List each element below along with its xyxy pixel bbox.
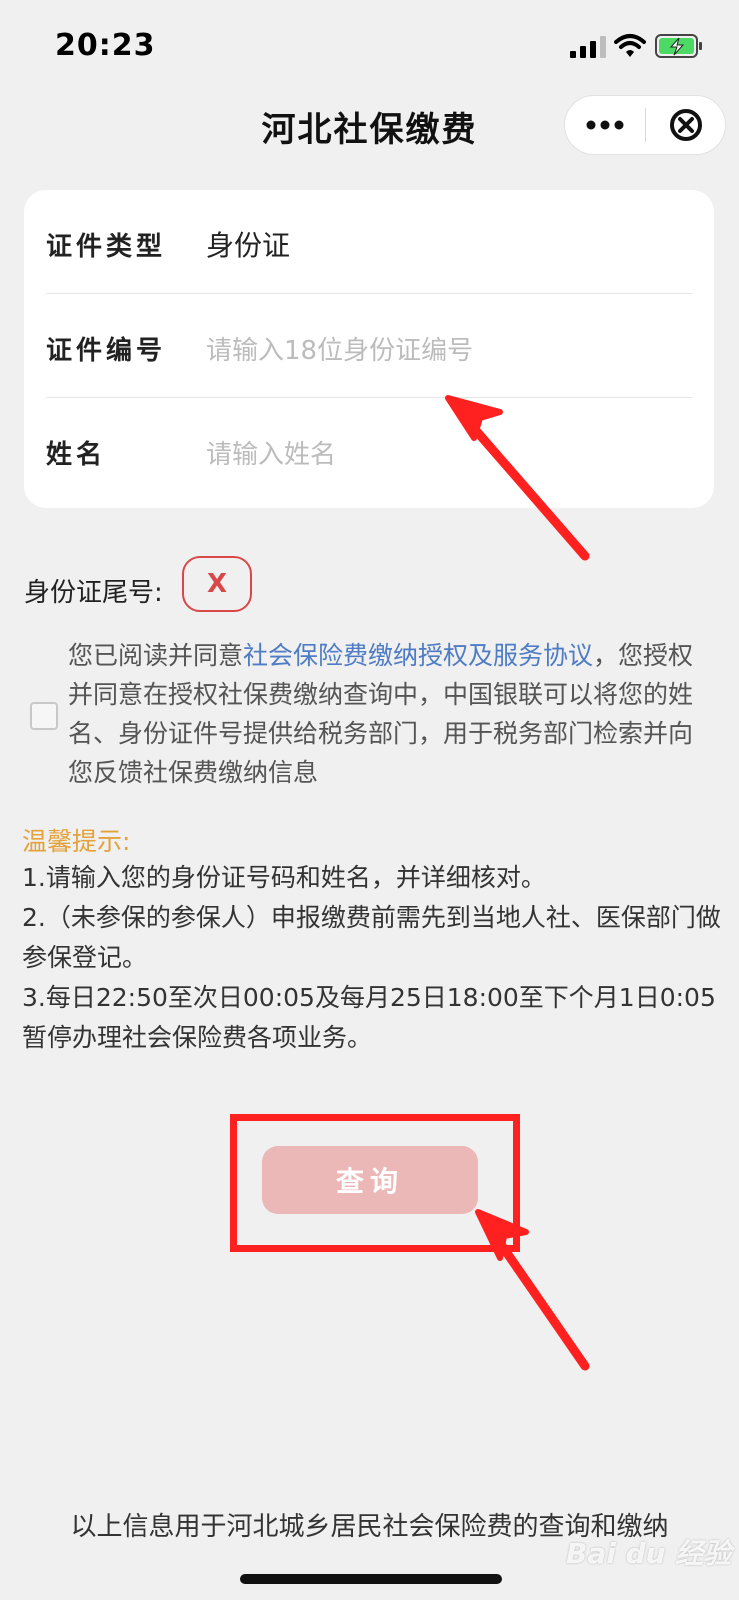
id-number-row: 证件编号 请输入18位身份证编号 [46, 294, 692, 398]
status-bar: 20:23 [0, 0, 739, 92]
close-circle-icon [669, 109, 702, 141]
agreement-text: 您已阅读并同意社会保险费缴纳授权及服务协议，您授权并同意在授权社保费缴纳查询中，… [68, 636, 716, 792]
cellular-signal-icon [570, 36, 606, 58]
baidu-jingyan-watermark: Bai du 经验 [566, 1537, 732, 1570]
id-type-label: 证件类型 [46, 232, 167, 262]
name-input[interactable]: 请输入姓名 [206, 434, 336, 471]
tips-list: 1.请输入您的身份证号码和姓名，并详细核对。 2.（未参保的参保人）申报缴费前需… [22, 858, 722, 1058]
name-label: 姓名 [46, 440, 107, 470]
mini-program-capsule [564, 95, 726, 155]
name-row: 姓名 请输入姓名 [46, 398, 692, 502]
close-button[interactable] [646, 96, 725, 154]
tip-item: 1.请输入您的身份证号码和姓名，并详细核对。 [22, 863, 546, 892]
id-type-value: 身份证 [206, 229, 291, 262]
query-button[interactable]: 查询 [262, 1146, 478, 1214]
more-dots-icon [586, 120, 624, 130]
id-number-label: 证件编号 [46, 336, 167, 366]
id-number-input[interactable]: 请输入18位身份证编号 [206, 330, 473, 367]
id-type-row[interactable]: 证件类型 身份证 [46, 190, 692, 294]
battery-charging-icon [655, 34, 702, 58]
tips-title: 温馨提示: [22, 827, 131, 856]
tip-item: 3.每日22:50至次日00:05及每月25日18:00至下个月1日0:05暂停… [22, 983, 716, 1052]
wifi-icon [614, 34, 646, 57]
more-button[interactable] [565, 96, 645, 154]
id-tail-label: 身份证尾号: [24, 578, 163, 608]
id-form-card: 证件类型 身份证 证件编号 请输入18位身份证编号 姓名 请输入姓名 [24, 190, 714, 508]
agreement-checkbox[interactable] [30, 702, 58, 730]
tip-item: 2.（未参保的参保人）申报缴费前需先到当地人社、医保部门做参保登记。 [22, 903, 721, 972]
agreement-prefix: 您已阅读并同意 [68, 641, 244, 670]
id-tail-x-button[interactable]: X [182, 556, 252, 612]
agreement-link[interactable]: 社会保险费缴纳授权及服务协议 [243, 641, 593, 670]
status-time: 20:23 [55, 28, 156, 63]
home-indicator [240, 1574, 502, 1584]
